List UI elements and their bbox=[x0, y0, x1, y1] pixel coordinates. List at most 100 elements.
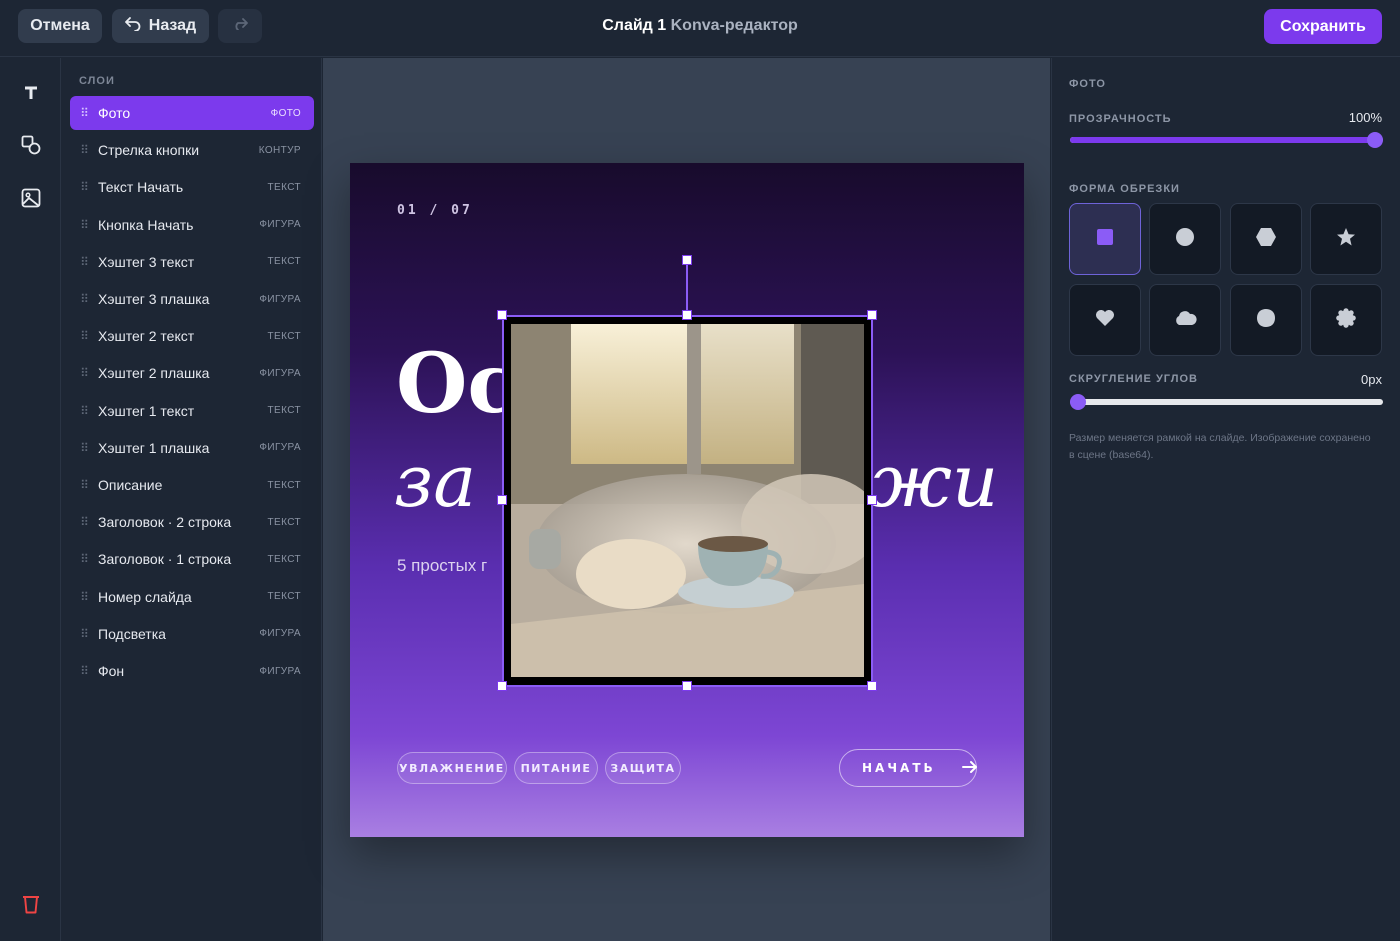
circle-icon bbox=[1175, 227, 1195, 252]
layer-item[interactable]: ⠿ Заголовок · 2 строка ТЕКСТ bbox=[70, 505, 314, 539]
drag-handle-icon[interactable]: ⠿ bbox=[70, 366, 98, 380]
slide-description[interactable]: 5 простых г bbox=[397, 556, 487, 576]
corner-radius-slider-knob[interactable] bbox=[1070, 394, 1086, 410]
layer-item[interactable]: ⠿ Фон ФИГУРА bbox=[70, 654, 314, 688]
layer-name: Заголовок · 1 строка bbox=[98, 551, 232, 568]
opacity-slider-knob[interactable] bbox=[1367, 132, 1383, 148]
layer-type: ФИГУРА bbox=[259, 293, 301, 305]
heading-line-2-left[interactable]: за bbox=[394, 445, 476, 517]
drag-handle-icon[interactable]: ⠿ bbox=[70, 664, 98, 678]
layer-item[interactable]: ⠿ Заголовок · 1 строка ТЕКСТ bbox=[70, 542, 314, 576]
slide-number[interactable]: 01 / 07 bbox=[397, 203, 473, 218]
hashtag-1[interactable]: УВЛАЖНЕНИЕ bbox=[397, 752, 507, 784]
layer-type: ФИГУРА bbox=[259, 442, 301, 454]
opacity-slider[interactable] bbox=[1070, 132, 1383, 148]
layer-type: ТЕКСТ bbox=[267, 181, 301, 193]
layer-type: ФИГУРА bbox=[259, 367, 301, 379]
resize-handle-top-left[interactable] bbox=[497, 310, 507, 320]
layer-name: Хэштег 2 плашка bbox=[98, 365, 210, 382]
drag-handle-icon[interactable]: ⠿ bbox=[70, 292, 98, 306]
heading-line-2-right[interactable]: жи bbox=[870, 445, 998, 517]
drag-handle-icon[interactable]: ⠿ bbox=[70, 627, 98, 641]
layer-item[interactable]: ⠿ Хэштег 1 текст ТЕКСТ bbox=[70, 394, 314, 428]
layer-name: Хэштег 3 текст bbox=[98, 253, 195, 270]
drag-handle-icon[interactable]: ⠿ bbox=[70, 552, 98, 566]
layer-name: Кнопка Начать bbox=[98, 216, 194, 233]
arrow-right-icon bbox=[961, 760, 978, 777]
resize-handle-left[interactable] bbox=[497, 495, 507, 505]
layer-item[interactable]: ⠿ Текст Начать ТЕКСТ bbox=[70, 170, 314, 204]
layer-item[interactable]: ⠿ Фото ФОТО bbox=[70, 96, 314, 130]
layer-item[interactable]: ⠿ Номер слайда ТЕКСТ bbox=[70, 580, 314, 614]
layer-type: ТЕКСТ bbox=[267, 405, 301, 417]
resize-handle-bottom-right[interactable] bbox=[867, 681, 877, 691]
drag-handle-icon[interactable]: ⠿ bbox=[70, 143, 98, 157]
layer-name: Описание bbox=[98, 477, 163, 493]
hashtag-1-text: УВЛАЖНЕНИЕ bbox=[399, 761, 505, 775]
drag-handle-icon[interactable]: ⠿ bbox=[70, 404, 98, 418]
layer-item[interactable]: ⠿ Хэштег 3 текст ТЕКСТ bbox=[70, 245, 314, 279]
section-title: ФОТО bbox=[1069, 78, 1106, 90]
layer-item[interactable]: ⠿ Описание ТЕКСТ bbox=[70, 468, 314, 502]
drag-handle-icon[interactable]: ⠿ bbox=[70, 180, 98, 194]
layer-item[interactable]: ⠿ Хэштег 2 плашка ФИГУРА bbox=[70, 356, 314, 390]
opacity-slider-fill bbox=[1070, 137, 1375, 143]
rotate-handle[interactable] bbox=[682, 255, 692, 265]
properties-panel: ФОТО ПРОЗРАЧНОСТЬ 100% ФОРМА ОБРЕЗКИ СКР… bbox=[1051, 58, 1400, 941]
layer-name: Хэштег 1 текст bbox=[98, 402, 195, 419]
hashtag-3[interactable]: ЗАЩИТА bbox=[605, 752, 681, 784]
blob-icon bbox=[1256, 308, 1276, 333]
layer-item[interactable]: ⠿ Хэштег 1 плашка ФИГУРА bbox=[70, 431, 314, 465]
photo-element[interactable] bbox=[502, 315, 872, 686]
crop-shape-cloud[interactable] bbox=[1149, 284, 1221, 356]
resize-handle-bottom[interactable] bbox=[682, 681, 692, 691]
star-icon bbox=[1336, 227, 1356, 252]
slide-canvas[interactable]: 01 / 07 Ос за жи 5 простых г УВЛАЖНЕНИЕ … bbox=[350, 163, 1024, 837]
corner-radius-slider[interactable] bbox=[1070, 394, 1383, 410]
layer-name: Фон bbox=[98, 663, 125, 679]
resize-handle-top-right[interactable] bbox=[867, 310, 877, 320]
editor-name: Konva-редактор bbox=[670, 17, 798, 34]
drag-handle-icon[interactable]: ⠿ bbox=[70, 255, 98, 269]
corner-radius-value: 0px bbox=[1361, 372, 1382, 387]
crop-shape-hexagon[interactable] bbox=[1230, 203, 1302, 275]
layer-item[interactable]: ⠿ Хэштег 3 плашка ФИГУРА bbox=[70, 282, 314, 316]
drag-handle-icon[interactable]: ⠿ bbox=[70, 478, 98, 492]
canvas-workspace[interactable]: 01 / 07 Ос за жи 5 простых г УВЛАЖНЕНИЕ … bbox=[323, 58, 1050, 941]
heart-icon bbox=[1095, 309, 1115, 332]
crop-shape-circle[interactable] bbox=[1149, 203, 1221, 275]
drag-handle-icon[interactable]: ⠿ bbox=[70, 441, 98, 455]
crop-shape-heart[interactable] bbox=[1069, 284, 1141, 356]
start-button-text: НАЧАТЬ bbox=[862, 761, 936, 775]
drag-handle-icon[interactable]: ⠿ bbox=[70, 329, 98, 343]
layer-name: Подсветка bbox=[98, 625, 166, 642]
drag-handle-icon[interactable]: ⠿ bbox=[70, 218, 98, 232]
text-tool-button[interactable] bbox=[16, 80, 46, 110]
image-tool-button[interactable] bbox=[16, 185, 46, 215]
layer-item[interactable]: ⠿ Кнопка Начать ФИГУРА bbox=[70, 208, 314, 242]
shapes-tool-button[interactable] bbox=[16, 132, 46, 162]
crop-shape-star[interactable] bbox=[1310, 203, 1382, 275]
crop-shape-flower[interactable] bbox=[1310, 284, 1382, 356]
crop-shape-square[interactable] bbox=[1069, 203, 1141, 275]
drag-handle-icon[interactable]: ⠿ bbox=[70, 106, 98, 120]
drag-handle-icon[interactable]: ⠿ bbox=[70, 590, 98, 604]
crop-shape-blob[interactable] bbox=[1230, 284, 1302, 356]
resize-handle-top[interactable] bbox=[682, 310, 692, 320]
heading-line-1[interactable]: Ос bbox=[396, 343, 517, 425]
resize-handle-right[interactable] bbox=[867, 495, 877, 505]
opacity-value: 100% bbox=[1348, 110, 1382, 125]
photo-image bbox=[511, 324, 864, 677]
resize-handle-bottom-left[interactable] bbox=[497, 681, 507, 691]
start-button[interactable]: НАЧАТЬ bbox=[839, 749, 977, 787]
layer-type: КОНТУР bbox=[258, 144, 301, 156]
save-button[interactable]: Сохранить bbox=[1264, 9, 1382, 44]
top-bar: Отмена Назад Слайд 1 Konva-редактор Сохр… bbox=[0, 0, 1400, 57]
drag-handle-icon[interactable]: ⠿ bbox=[70, 515, 98, 529]
delete-button[interactable] bbox=[16, 891, 46, 921]
layer-item[interactable]: ⠿ Хэштег 2 текст ТЕКСТ bbox=[70, 319, 314, 353]
corner-radius-label: СКРУГЛЕНИЕ УГЛОВ bbox=[1069, 373, 1198, 385]
layer-item[interactable]: ⠿ Подсветка ФИГУРА bbox=[70, 617, 314, 651]
hashtag-2[interactable]: ПИТАНИЕ bbox=[514, 752, 598, 784]
layer-item[interactable]: ⠿ Стрелка кнопки КОНТУР bbox=[70, 133, 314, 167]
